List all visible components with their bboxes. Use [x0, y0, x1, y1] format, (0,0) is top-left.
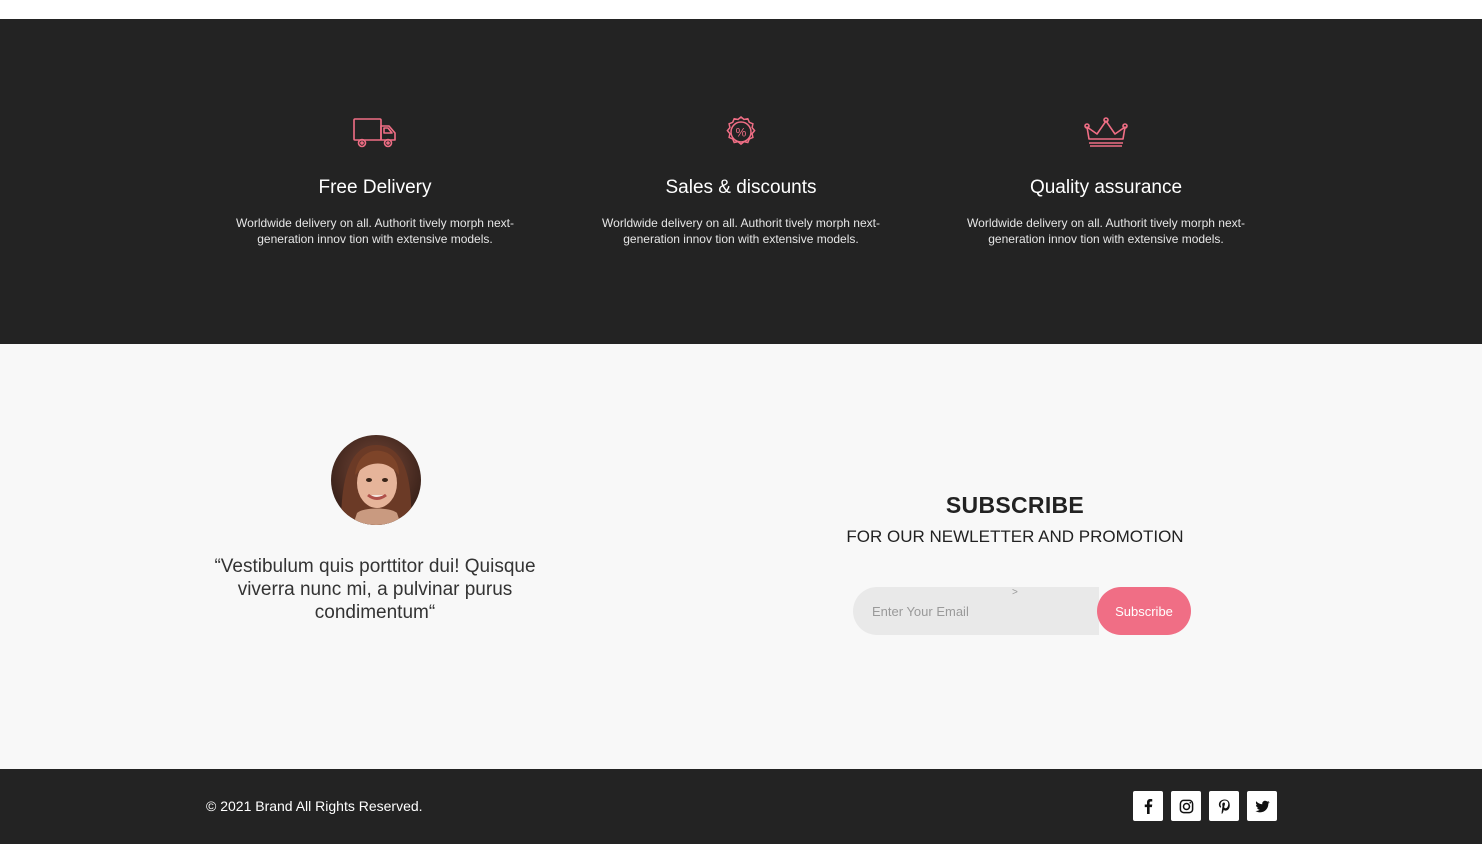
twitter-icon: [1254, 800, 1270, 812]
feature-description-line: Worldwide delivery on all. Authorit tive…: [602, 216, 880, 230]
features-section: Free Delivery Worldwide delivery on all.…: [0, 19, 1482, 344]
feature-description: Worldwide delivery on all. Authorit tive…: [215, 215, 535, 247]
subscribe-button[interactable]: Subscribe: [1097, 587, 1191, 635]
delivery-truck-icon: [353, 118, 396, 148]
instagram-icon: [1179, 799, 1193, 813]
avatar-photo: [331, 435, 421, 525]
feature-description-line: Worldwide delivery on all. Authorit tive…: [236, 216, 514, 230]
feature-title: Free Delivery: [318, 177, 432, 198]
pinterest-link[interactable]: [1209, 791, 1239, 821]
feature-description-line: generation innov tion with extensive mod…: [988, 232, 1224, 246]
feature-description: Worldwide delivery on all. Authorit tive…: [946, 215, 1266, 247]
copyright-text: © 2021 Brand All Rights Reserved.: [206, 798, 423, 814]
feature-title: Sales & discounts: [665, 177, 817, 198]
subscribe-form: > Subscribe: [853, 587, 1191, 635]
twitter-link[interactable]: [1247, 791, 1277, 821]
instagram-link[interactable]: [1171, 791, 1201, 821]
feature-description-line: generation innov tion with extensive mod…: [257, 232, 493, 246]
feature-description-line: generation innov tion with extensive mod…: [623, 232, 859, 246]
email-input[interactable]: [853, 587, 1099, 635]
quote-line: “Vestibulum quis porttitor dui! Quisque: [214, 556, 536, 577]
testimonial-subscribe-section: “Vestibulum quis porttitor dui! Quisque …: [0, 344, 1482, 769]
subscribe-title: SUBSCRIBE: [945, 492, 1085, 518]
top-strip: [0, 0, 1482, 19]
feature-description: Worldwide delivery on all. Authorit tive…: [581, 215, 901, 247]
feature-title: Quality assurance: [1029, 177, 1183, 198]
quote-line: condimentum“: [314, 602, 436, 623]
percent-badge-icon: %: [726, 116, 756, 146]
facebook-icon: [1144, 798, 1152, 814]
feature-description-line: Worldwide delivery on all. Authorit tive…: [967, 216, 1245, 230]
input-caret: >: [1012, 587, 1018, 598]
subscribe-subtitle: FOR OUR NEWLETTER AND PROMOTION: [846, 527, 1184, 546]
crown-icon: [1084, 117, 1128, 147]
social-links: [1133, 791, 1277, 821]
footer: © 2021 Brand All Rights Reserved.: [0, 769, 1482, 844]
testimonial-avatar: [331, 435, 421, 525]
pinterest-icon: [1218, 798, 1230, 814]
testimonial-quote: “Vestibulum quis porttitor dui! Quisque …: [196, 555, 554, 624]
svg-text:%: %: [736, 126, 747, 140]
facebook-link[interactable]: [1133, 791, 1163, 821]
quote-line: viverra nunc mi, a pulvinar purus: [237, 579, 513, 600]
